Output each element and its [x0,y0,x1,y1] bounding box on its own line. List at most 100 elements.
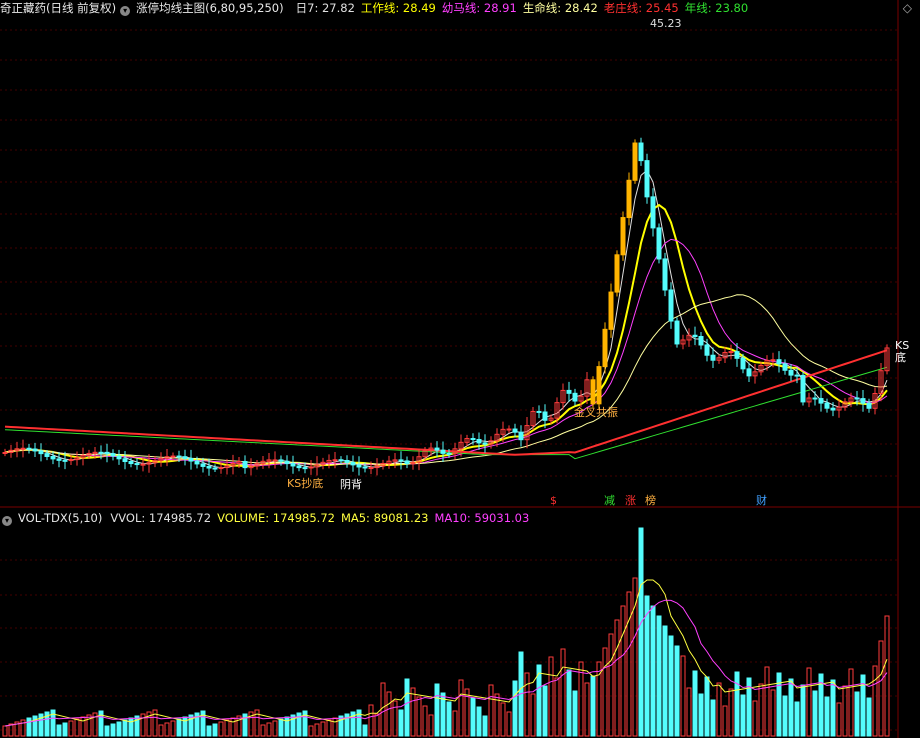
volume-bar-133 [800,684,806,737]
volume-bar-29 [176,718,182,737]
candle-body-110 [662,258,668,291]
grid-lines [0,29,898,731]
volume-bar-108 [650,605,656,737]
volume-bar-71 [428,714,434,737]
volume-bars [2,527,890,737]
candle-body-9 [56,458,62,461]
volume-bar-79 [476,706,482,737]
volume-bar-60 [362,724,368,737]
marker-zhang[interactable]: 涨 [625,495,636,507]
volume-bar-28 [170,720,176,737]
candle-body-143 [860,398,866,404]
volume-bar-92 [554,677,560,737]
volume-bar-110 [662,625,668,737]
indicator-name[interactable]: 涨停均线主图(6,80,95,250) [136,1,283,15]
ma-line-colt [4,238,888,466]
volume-bar-104 [626,591,632,737]
volume-bar-83 [500,702,506,737]
candle-body-85 [512,428,518,433]
volume-bar-9 [56,724,62,737]
volume-bar-20 [122,719,128,737]
marker-cai[interactable]: 财 [756,495,767,507]
candle-body-45 [272,459,278,462]
volume-bar-12 [74,718,80,737]
candle-body-60 [362,466,368,469]
volume-bar-46 [278,718,284,737]
candle-body-138 [830,407,836,411]
candle-body-28 [170,455,176,458]
volume-bar-10 [62,722,68,737]
candle-body-22 [134,463,140,466]
chevron-down-icon[interactable]: ▾ [120,6,131,16]
volume-bar-78 [470,697,476,737]
candle-body-50 [302,467,308,470]
candle-body-128 [770,359,776,362]
volume-bar-120 [722,705,728,737]
candle-body-30 [182,456,188,459]
volume-bar-64 [386,691,392,737]
candle-body-29 [176,455,182,458]
candle-body-135 [812,397,818,400]
candle-body-74 [446,452,452,455]
volume-bar-21 [128,717,134,737]
marker-bang[interactable]: 榜 [645,495,656,507]
volume-indicator-name[interactable]: VOL-TDX(5,10) [18,511,102,525]
volume-bar-63 [380,682,386,737]
candle-body-121 [728,351,734,354]
volume-bar-137 [824,696,830,737]
volume-bar-18 [110,723,116,737]
volume-bar-34 [206,725,212,737]
max-price-label: 45.23 [650,17,682,30]
volume-bar-114 [686,687,692,737]
candle-body-136 [818,398,824,404]
volume-bar-101 [608,633,614,737]
volume-bar-127 [764,666,770,737]
volume-bar-147 [884,615,890,737]
candle-body-4 [26,447,32,450]
candle-body-57 [344,459,350,463]
stock-title: 奇正藏药(日线 前复权) [0,1,117,15]
volume-bar-115 [692,670,698,737]
volume-bar-65 [392,700,398,737]
chevron-down-icon[interactable]: ▾ [2,516,12,526]
volume-bar-107 [644,595,650,737]
candle-body-98 [590,379,596,405]
marker-jian[interactable]: 减 [604,495,615,507]
legend-item-0: 日7: 27.82 [295,1,355,15]
candle-body-48 [290,463,296,467]
candle-body-105 [632,142,638,181]
volume-bar-27 [164,722,170,737]
volume-bar-132 [794,701,800,737]
volume-bar-66 [398,709,404,737]
price-chart[interactable] [0,0,920,738]
volume-bar-74 [446,701,452,737]
candle-body-17 [104,451,110,455]
candle-body-8 [50,455,56,460]
volume-bar-13 [80,716,86,737]
volume-bar-39 [236,715,242,737]
candle-body-16 [98,451,104,454]
candle-body-21 [128,461,134,465]
volume-bar-102 [614,619,620,737]
legend-item-1: 工作线: 28.49 [360,1,436,15]
candle-body-3 [20,447,26,450]
volume-bar-135 [812,690,818,737]
volume-ma5-line [4,579,888,727]
candle-body-46 [278,459,284,462]
marker-s[interactable]: $ [550,495,557,507]
candle-body-0 [2,451,8,454]
candle-body-35 [212,467,218,470]
candle-body-130 [782,363,788,371]
volume-bar-130 [782,695,788,737]
candle-body-5 [32,448,38,452]
volume-bar-125 [752,700,758,737]
diamond-icon[interactable]: ◇ [903,1,912,15]
candle-body-7 [44,453,50,457]
volume-bar-80 [482,715,488,737]
volume-bar-44 [266,722,272,737]
candle-body-73 [440,449,446,454]
candle-body-19 [116,455,122,460]
volume-bar-61 [368,704,374,737]
candle-body-6 [38,450,44,455]
volume-bar-51 [308,725,314,737]
